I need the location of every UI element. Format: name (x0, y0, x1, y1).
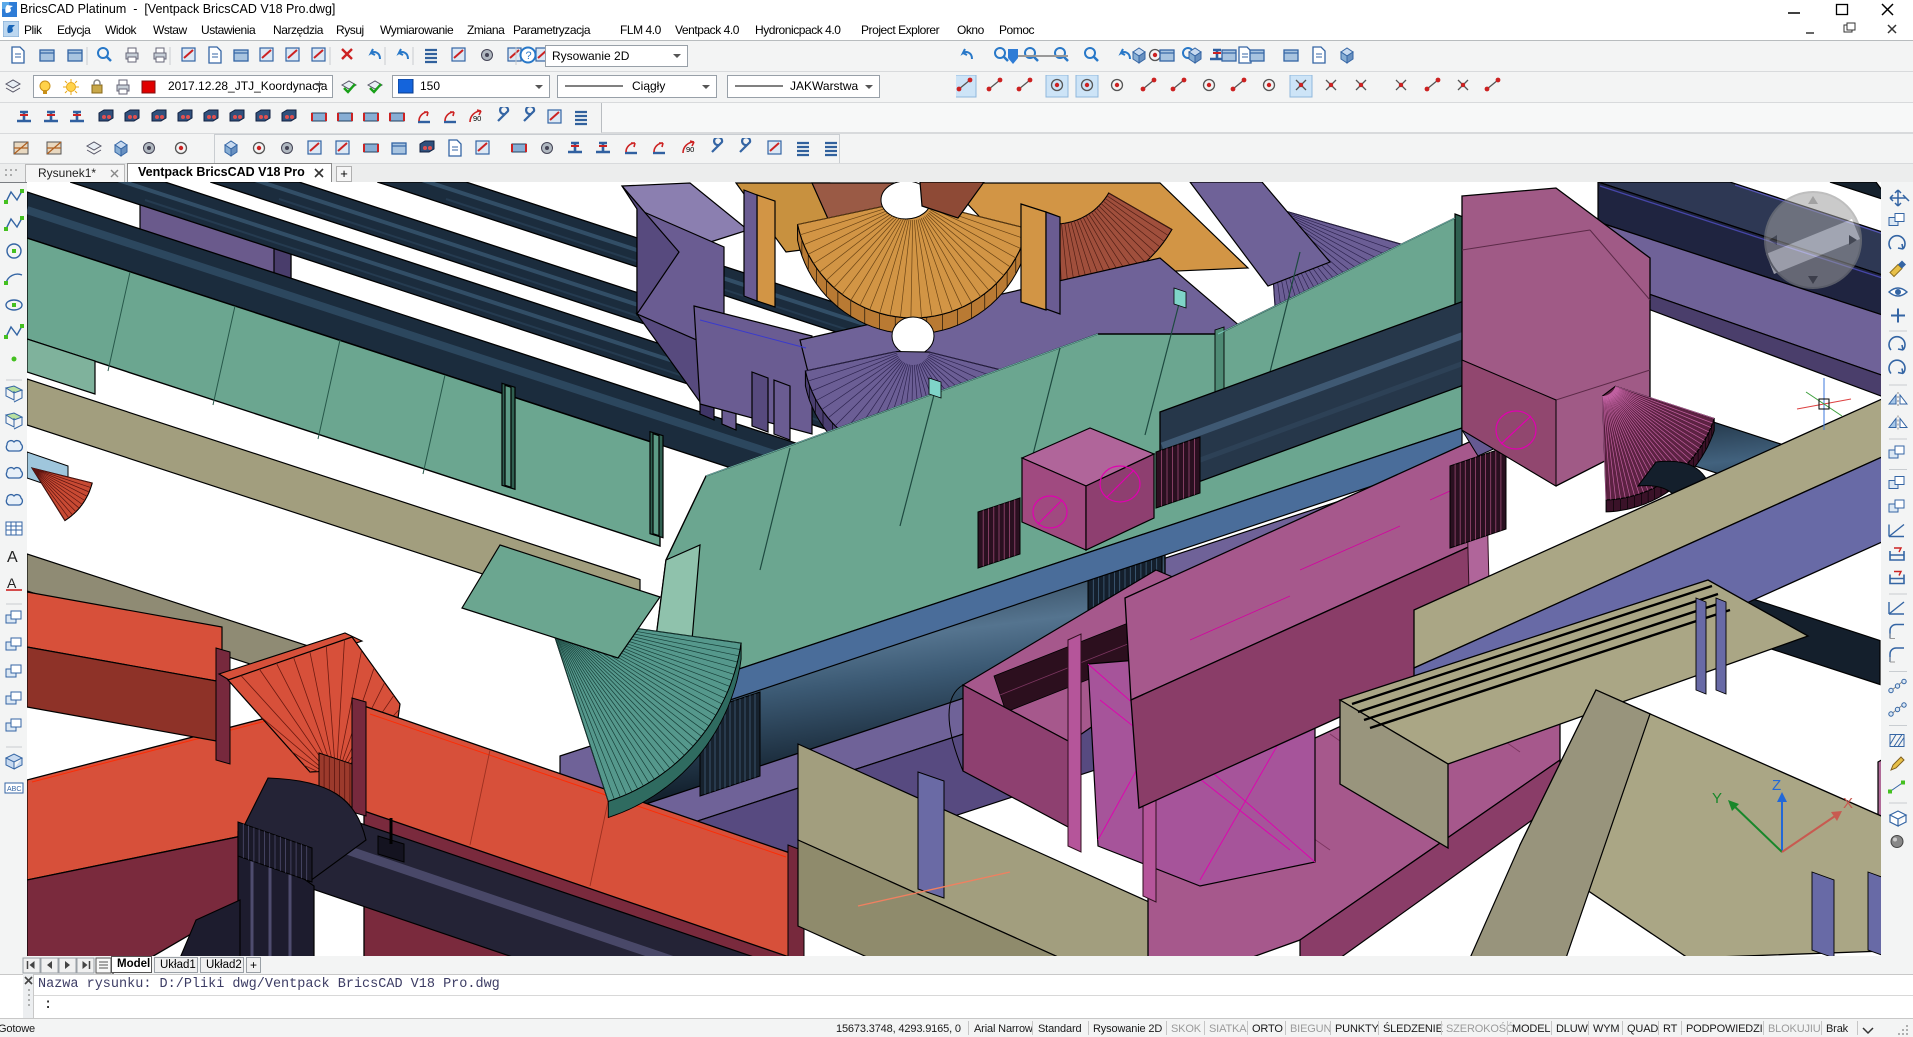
svg-text:Z: Z (1772, 777, 1781, 794)
svg-text:Y: Y (1712, 790, 1722, 807)
svg-text:A: A (7, 575, 17, 591)
svg-text:A: A (7, 549, 18, 566)
svg-text:90: 90 (473, 114, 481, 123)
svg-text:X: X (1843, 795, 1853, 812)
svg-text:ABC: ABC (7, 786, 21, 793)
svg-text:?: ? (526, 50, 532, 62)
